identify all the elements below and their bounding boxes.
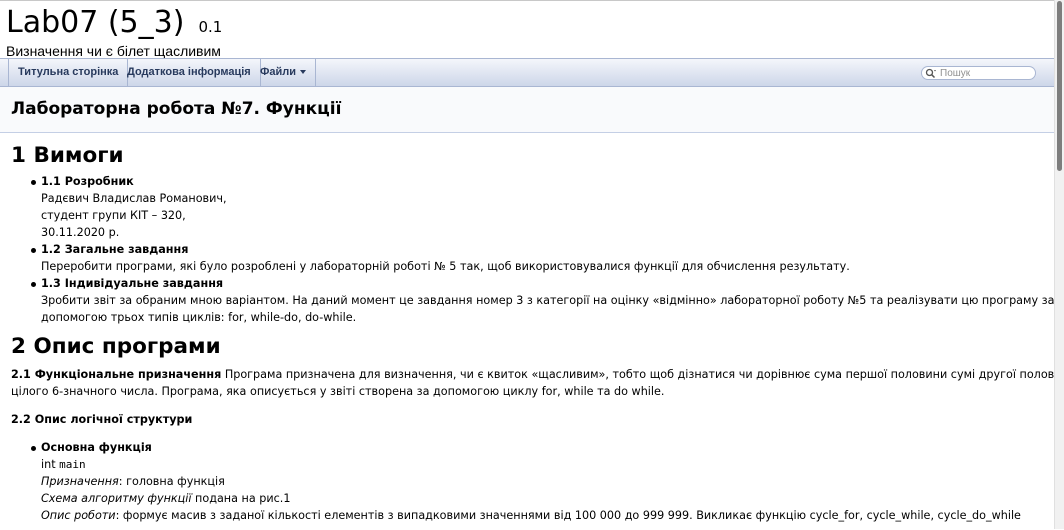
purpose-label: Призначення [41,475,119,488]
function-signature: int main [41,456,1041,473]
tab-files[interactable]: Файли [251,59,317,86]
function-work: Опис роботи: формує масив з заданої кіль… [41,507,1041,524]
page-header: Лабораторна робота №7. Функції [0,87,1054,133]
section-2-heading: 2 Опис програми [11,334,221,359]
search-icon[interactable] [925,68,937,79]
signature-name: main [59,458,86,471]
requirements-list: 1.1 Розробник Радєвич Владислав Романови… [11,173,1054,326]
scheme-label: Схема алгоритму функції [41,492,192,505]
project-name: Lab07 (5_3) 0.1 [6,5,222,45]
item-label: 1.2 Загальне завдання [41,243,189,256]
list-item: 1.3 Індивідуальне завдання Зробити звіт … [31,275,1054,326]
nav-bar: Титульна сторінка Додаткова інформація Ф… [0,58,1054,87]
function-scheme: Схема алгоритму функції подана на рис.1 [41,490,1041,507]
item-line: 30.11.2020 р. [41,226,120,239]
tab-files-label: Файли [260,66,297,78]
search-box[interactable] [921,66,1036,80]
item-line: допомогою трьох типів циклів: for, while… [41,311,357,324]
list-item: Основна функція int main Призначення: го… [31,439,1041,524]
title-area: Lab07 (5_3) 0.1 Визначення чи є білет щас… [0,2,1054,59]
item-line: Переробити програми, які було розроблені… [41,260,850,273]
doc-window: Lab07 (5_3) 0.1 Визначення чи є білет щас… [0,0,1054,530]
page-contents: 1 Вимоги 1.1 Розробник Радєвич Владислав… [11,133,1054,524]
function-label: Основна функція [41,441,152,454]
tab-main-page[interactable]: Титульна сторінка [8,59,129,86]
function-purpose: Призначення: головна функція [41,473,1041,490]
logical-structure-heading: 2.2 Опис логічної структури [11,413,193,426]
search-input[interactable] [940,67,1032,79]
section-1-heading: 1 Вимоги [11,143,124,168]
functional-purpose-paragraph: 2.1 Функціональне призначення Програма п… [11,366,1054,400]
work-label: Опис роботи [41,509,116,522]
project-brief: Визначення чи є білет щасливим [6,43,221,59]
chevron-down-icon [300,70,307,75]
list-item: 1.1 Розробник Радєвич Владислав Романови… [31,173,1041,241]
functional-purpose-text: Програма призначена для визначення, чи є… [221,368,1054,381]
purpose-text: : головна функція [118,475,225,488]
item-line: Радєвич Владислав Романович, [41,192,227,205]
item-line: студент групи КІТ – 320, [41,209,186,222]
project-number: 0.1 [198,18,223,36]
functional-purpose-text-2: цілого 6-значного числа. Програма, яка о… [11,385,665,398]
scheme-text: подана на рис.1 [191,492,291,505]
functions-list: Основна функція int main Призначення: го… [11,439,1041,524]
project-name-text: Lab07 (5_3) [6,5,185,40]
item-label: 1.1 Розробник [41,175,134,188]
work-text: : формує масив з заданої кількості елеме… [115,509,1021,522]
vertical-scrollbar[interactable] [1054,0,1064,529]
scrollbar-thumb[interactable] [1057,1,1062,171]
list-item: 1.2 Загальне завдання Переробити програм… [31,241,1041,275]
tab-related-pages[interactable]: Додаткова інформація [118,59,261,86]
page-title: Лабораторна робота №7. Функції [11,99,342,119]
item-label: 1.3 Індивідуальне завдання [41,277,224,290]
functional-purpose-label: 2.1 Функціональне призначення [11,368,222,381]
item-line: Зробити звіт за обраним мною варіантом. … [41,294,1054,307]
signature-type: int [41,458,60,471]
